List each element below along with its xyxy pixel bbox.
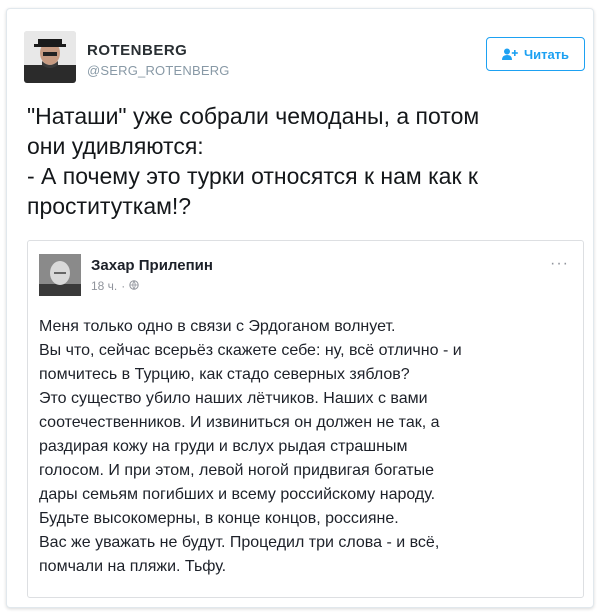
quoted-author-avatar[interactable] bbox=[39, 254, 81, 296]
quoted-post-text: Меня только одно в связи с Эрдоганом вол… bbox=[39, 318, 462, 575]
author-handle[interactable]: @SERG_ROTENBERG bbox=[87, 63, 230, 78]
globe-icon bbox=[129, 279, 139, 293]
more-options-icon[interactable]: ··· bbox=[550, 255, 569, 273]
quoted-post[interactable]: Захар Прилепин 18 ч. · ··· Меня только о… bbox=[27, 240, 584, 598]
add-user-icon bbox=[501, 48, 518, 60]
meta-separator: · bbox=[121, 279, 126, 293]
follow-button[interactable]: Читать bbox=[486, 37, 585, 71]
quoted-post-time[interactable]: 18 ч. bbox=[91, 279, 117, 293]
tweet-card: ROTENBERG @SERG_ROTENBERG Читать "Наташи… bbox=[6, 8, 594, 608]
author-avatar[interactable] bbox=[24, 31, 76, 83]
tweet-text: "Наташи" уже собрали чемоданы, а потом о… bbox=[27, 103, 480, 219]
follow-button-label: Читать bbox=[523, 46, 570, 62]
author-name[interactable]: ROTENBERG bbox=[87, 42, 187, 59]
quoted-author-name[interactable]: Захар Прилепин bbox=[91, 257, 213, 274]
quoted-post-meta: 18 ч. · bbox=[91, 279, 139, 293]
